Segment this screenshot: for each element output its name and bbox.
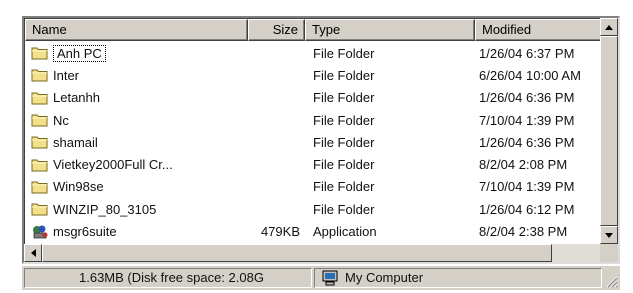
arrow-up-icon (605, 24, 613, 30)
file-modified-cell: 7/10/04 1:39 PM (475, 113, 602, 128)
file-type-cell: File Folder (305, 90, 475, 105)
file-rows: Anh PC File Folder 1/26/04 6:37 PM Inter Fil… (25, 42, 602, 243)
file-type: Application (313, 224, 377, 240)
file-name-cell: WINZIP_80_3105 (25, 202, 248, 217)
list-item[interactable]: Anh PC File Folder 1/26/04 6:37 PM (25, 42, 602, 64)
file-name: WINZIP_80_3105 (53, 201, 157, 217)
file-name: Inter (53, 67, 80, 83)
status-size-panel: 1.63MB (Disk free space: 2.08G (24, 268, 312, 288)
folder-icon (31, 47, 48, 60)
scrollbar-corner (600, 244, 618, 262)
file-size: 479KB (260, 224, 300, 240)
file-type-cell: File Folder (305, 202, 475, 217)
file-type: File Folder (313, 157, 375, 173)
file-name: shamail (53, 134, 98, 150)
file-type-cell: File Folder (305, 46, 475, 61)
horizontal-scroll-thumb[interactable] (42, 244, 552, 262)
list-item[interactable]: Vietkey2000Full Cr... File Folder 8/2/04 2… (25, 153, 602, 175)
file-modified-cell: 6/26/04 10:00 AM (475, 68, 602, 83)
file-name-cell: Nc (25, 113, 248, 128)
file-name-cell: Vietkey2000Full Cr... (25, 157, 248, 172)
folder-icon (31, 159, 48, 172)
file-name-cell: Letanhh (25, 90, 248, 105)
folder-icon (31, 181, 48, 194)
scroll-up-button[interactable] (600, 18, 618, 36)
file-type: File Folder (313, 45, 375, 61)
file-modified: 1/26/04 6:12 PM (479, 201, 575, 217)
file-type: File Folder (313, 112, 375, 128)
file-modified-cell: 1/26/04 6:12 PM (475, 202, 602, 217)
file-name: Anh PC (53, 44, 106, 62)
vertical-scroll-thumb[interactable] (600, 36, 618, 226)
list-item[interactable]: WINZIP_80_3105 File Folder 1/26/04 6:12 PM (25, 198, 602, 220)
file-list[interactable]: Name Size Type Modified Anh PC File Folde… (22, 16, 620, 264)
file-name: Letanhh (53, 90, 100, 106)
file-type-cell: Application (305, 224, 475, 239)
file-name-cell: msgr6suite (25, 224, 248, 240)
file-type-cell: File Folder (305, 113, 475, 128)
file-name: Nc (53, 112, 69, 128)
file-modified: 8/2/04 2:08 PM (479, 157, 568, 173)
column-header-bar: Name Size Type Modified (25, 19, 602, 41)
file-modified: 1/26/04 6:37 PM (479, 45, 575, 61)
file-size-cell: 479KB (248, 224, 305, 239)
folder-icon (31, 203, 48, 216)
arrow-down-icon (605, 232, 613, 238)
folder-icon (31, 114, 48, 127)
file-modified: 8/2/04 2:38 PM (479, 224, 568, 240)
column-header-name[interactable]: Name (25, 19, 248, 41)
file-type-cell: File Folder (305, 68, 475, 83)
file-type: File Folder (313, 67, 375, 83)
my-computer-icon (322, 270, 338, 286)
scroll-down-button[interactable] (600, 226, 618, 244)
file-name: msgr6suite (53, 224, 117, 240)
file-type: File Folder (313, 201, 375, 217)
file-modified: 1/26/04 6:36 PM (479, 134, 575, 150)
file-type-cell: File Folder (305, 157, 475, 172)
file-modified-cell: 7/10/04 1:39 PM (475, 179, 602, 194)
file-type-cell: File Folder (305, 135, 475, 150)
application-icon (33, 225, 48, 238)
file-modified-cell: 1/26/04 6:36 PM (475, 135, 602, 150)
file-name: Vietkey2000Full Cr... (53, 157, 173, 173)
list-item[interactable]: shamail File Folder 1/26/04 6:36 PM (25, 131, 602, 153)
file-modified-cell: 1/26/04 6:37 PM (475, 46, 602, 61)
file-name-cell: shamail (25, 135, 248, 150)
file-type: File Folder (313, 90, 375, 106)
scroll-left-button[interactable] (24, 244, 42, 262)
resize-grip-icon[interactable] (604, 274, 618, 288)
file-type: File Folder (313, 179, 375, 195)
list-item[interactable]: Nc File Folder 7/10/04 1:39 PM (25, 109, 602, 131)
status-location-label: My Computer (345, 270, 424, 285)
file-modified: 7/10/04 1:39 PM (479, 112, 575, 128)
folder-icon (31, 92, 48, 105)
folder-icon (31, 69, 48, 82)
folder-icon (31, 136, 48, 149)
file-name-cell: Inter (25, 68, 248, 83)
arrow-left-icon (30, 249, 36, 257)
file-modified-cell: 8/2/04 2:08 PM (475, 157, 602, 172)
file-modified-cell: 8/2/04 2:38 PM (475, 224, 602, 239)
list-item[interactable]: msgr6suite 479KB Application 8/2/04 2:38 PM (25, 220, 602, 242)
column-header-size[interactable]: Size (248, 19, 305, 41)
list-item[interactable]: Win98se File Folder 7/10/04 1:39 PM (25, 176, 602, 198)
explorer-window: Name Size Type Modified Anh PC File Folde… (0, 0, 633, 293)
file-name: Win98se (53, 179, 104, 195)
file-modified: 6/26/04 10:00 AM (479, 67, 581, 83)
status-location-panel: My Computer (314, 268, 602, 288)
column-header-type[interactable]: Type (305, 19, 475, 41)
list-item[interactable]: Inter File Folder 6/26/04 10:00 AM (25, 64, 602, 86)
file-modified: 7/10/04 1:39 PM (479, 179, 575, 195)
file-modified: 1/26/04 6:36 PM (479, 90, 575, 106)
status-bar: 1.63MB (Disk free space: 2.08G My Comput… (22, 266, 620, 290)
file-modified-cell: 1/26/04 6:36 PM (475, 90, 602, 105)
vertical-scrollbar[interactable] (600, 18, 618, 244)
file-name-cell: Win98se (25, 179, 248, 194)
file-type: File Folder (313, 134, 375, 150)
horizontal-scrollbar[interactable] (24, 244, 618, 262)
file-type-cell: File Folder (305, 179, 475, 194)
list-item[interactable]: Letanhh File Folder 1/26/04 6:36 PM (25, 87, 602, 109)
file-name-cell: Anh PC (25, 44, 248, 62)
column-header-modified[interactable]: Modified (475, 19, 602, 41)
